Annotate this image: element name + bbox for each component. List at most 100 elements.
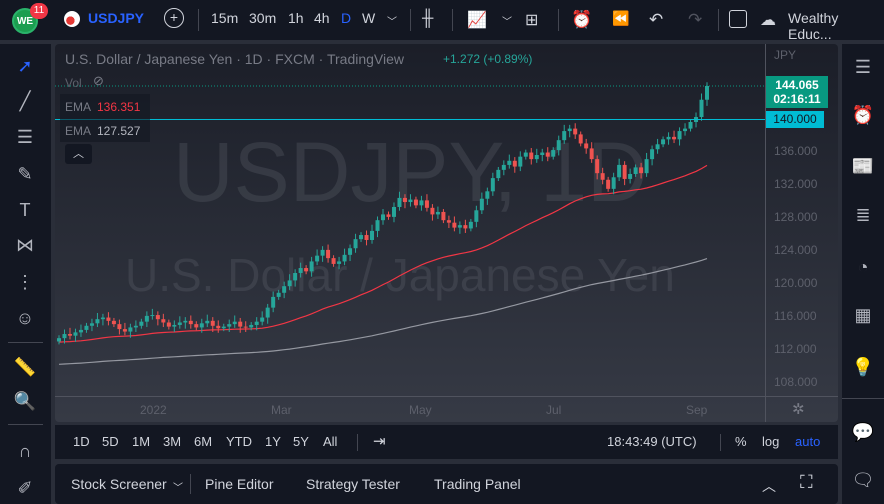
range-1D[interactable]: 1D [73,434,90,449]
symbol-search[interactable]: USDJPY [88,10,144,26]
tab-strategy-tester[interactable]: Strategy Tester [306,476,400,492]
candle-body [89,323,94,326]
text-icon[interactable]: T [13,198,37,222]
candle-body [122,329,127,332]
last-price-label: 144.065 02:16:11 [766,76,828,108]
calendar-icon[interactable]: ▦ [850,302,876,328]
candle-body [216,325,221,329]
range-3M[interactable]: 3M [163,434,181,449]
candle-body [402,197,407,203]
price-scale[interactable]: JPY 144.065 02:16:11 140.000 136.000 132… [765,44,838,396]
candle-body [84,325,89,330]
chart-panel[interactable]: USDJPY, 1D U.S. Dollar / Japanese Yen U.… [55,44,838,422]
range-5Y[interactable]: 5Y [293,434,309,449]
lock-drawing-icon[interactable]: ✐ [13,476,37,500]
ideas-bulb-icon[interactable]: 💡 [850,354,876,380]
interval-15m[interactable]: 15m [211,10,238,26]
news-icon[interactable]: 📰 [850,153,876,179]
range-All[interactable]: All [323,434,337,449]
candle-body [227,324,232,327]
ruler-icon[interactable]: 📏 [13,355,37,379]
chevron-down-icon[interactable]: ﹀ [173,479,183,494]
goto-date-icon[interactable]: ⇥ [373,432,386,450]
candle-body [315,255,320,262]
range-1M[interactable]: 1M [132,434,150,449]
candle-body [309,261,314,272]
candle-body [293,272,298,281]
right-sidebar: ☰ ⏰ 📰 ≣ ◔ ▦ 💡 💬 🗨 [842,44,884,504]
interval-4h[interactable]: 4h [314,10,330,26]
ema-fast-value: 136.351 [97,100,141,114]
currency-label[interactable]: JPY [774,48,796,62]
alarm-clock-icon[interactable]: ⏰ [850,102,876,128]
tab-trading-panel[interactable]: Trading Panel [434,476,521,492]
alert-icon[interactable]: ⏰ [571,10,592,30]
brush-icon[interactable]: ✎ [13,162,37,186]
indicators-icon[interactable]: 📈 [467,10,487,30]
trend-line-icon[interactable]: ╱ [13,89,37,113]
vol-label[interactable]: Vol [65,76,82,90]
cloud-save-icon[interactable]: ☁ [760,10,776,30]
percent-toggle[interactable]: % [735,434,747,449]
watchlist-icon[interactable]: ☰ [850,54,876,80]
pattern-icon[interactable]: ⋈ [13,233,37,257]
candle-body [210,320,215,326]
candle-body [133,325,138,328]
chats-icon[interactable]: 💬 [850,419,876,445]
interval-1h[interactable]: 1h [288,10,304,26]
notification-badge: 11 [30,3,48,19]
auto-toggle[interactable]: auto [795,434,820,449]
settings-gear-icon[interactable]: ✲ [792,400,805,418]
data-window-icon[interactable]: ≣ [850,202,876,228]
replay-icon[interactable]: ⏪ [612,10,629,27]
range-6M[interactable]: 6M [194,434,212,449]
cursor-icon[interactable]: ➚ [13,54,37,78]
candle-body [282,286,287,293]
candles-icon[interactable]: ╫ [422,10,433,28]
candle-body [611,177,616,189]
emoji-icon[interactable]: ☺ [13,306,37,330]
tab-stock-screener[interactable]: Stock Screener [71,476,167,492]
layout-name[interactable]: Wealthy Educ... [788,10,884,42]
chevron-up-icon[interactable]: ︿ [762,476,776,496]
candle-body [359,235,364,240]
chevron-down-icon[interactable]: ﹀ [387,13,397,28]
candle-body [62,334,67,339]
candle-body [468,221,473,229]
templates-icon[interactable]: ⊞ [525,10,538,30]
fullscreen-square-icon[interactable] [729,10,747,28]
flag-icon [64,11,80,27]
log-toggle[interactable]: log [762,434,779,449]
chat-icon[interactable]: 🗨 [850,467,876,493]
undo-icon[interactable]: ↶ [649,10,663,30]
candle-body [463,225,468,229]
chevron-down-icon[interactable]: ﹀ [502,13,512,28]
candle-body [117,324,122,330]
eye-hidden-icon[interactable]: ⊘ [93,73,104,89]
candle-body [672,136,677,140]
candle-body [562,131,567,141]
time-axis[interactable]: 2022 Mar May Jul Sep ✲ [55,396,838,422]
candle-body [413,199,418,206]
range-YTD[interactable]: YTD [226,434,252,449]
magnet-icon[interactable]: ∩ [13,439,37,463]
fib-icon[interactable]: ☰ [13,125,37,149]
interval-D[interactable]: D [341,10,351,26]
clock[interactable]: 18:43:49 (UTC) [607,434,697,449]
prediction-icon[interactable]: ⋮ [13,270,37,294]
range-1Y[interactable]: 1Y [265,434,281,449]
candle-body [391,206,396,217]
compare-add-icon[interactable]: + [164,8,184,28]
interval-W[interactable]: W [362,10,375,26]
maximize-icon[interactable]: ⛶ [800,472,813,493]
collapse-legend-button[interactable]: ︿ [65,144,92,164]
candle-body [199,323,204,328]
candle-body [271,296,276,308]
price-chart[interactable] [55,44,765,396]
zoom-in-icon[interactable]: 🔍 [13,389,37,413]
hotlist-icon[interactable]: ◔ [850,254,876,280]
tab-pine-editor[interactable]: Pine Editor [205,476,273,492]
interval-30m[interactable]: 30m [249,10,276,26]
range-5D[interactable]: 5D [102,434,119,449]
candle-body [348,248,353,255]
